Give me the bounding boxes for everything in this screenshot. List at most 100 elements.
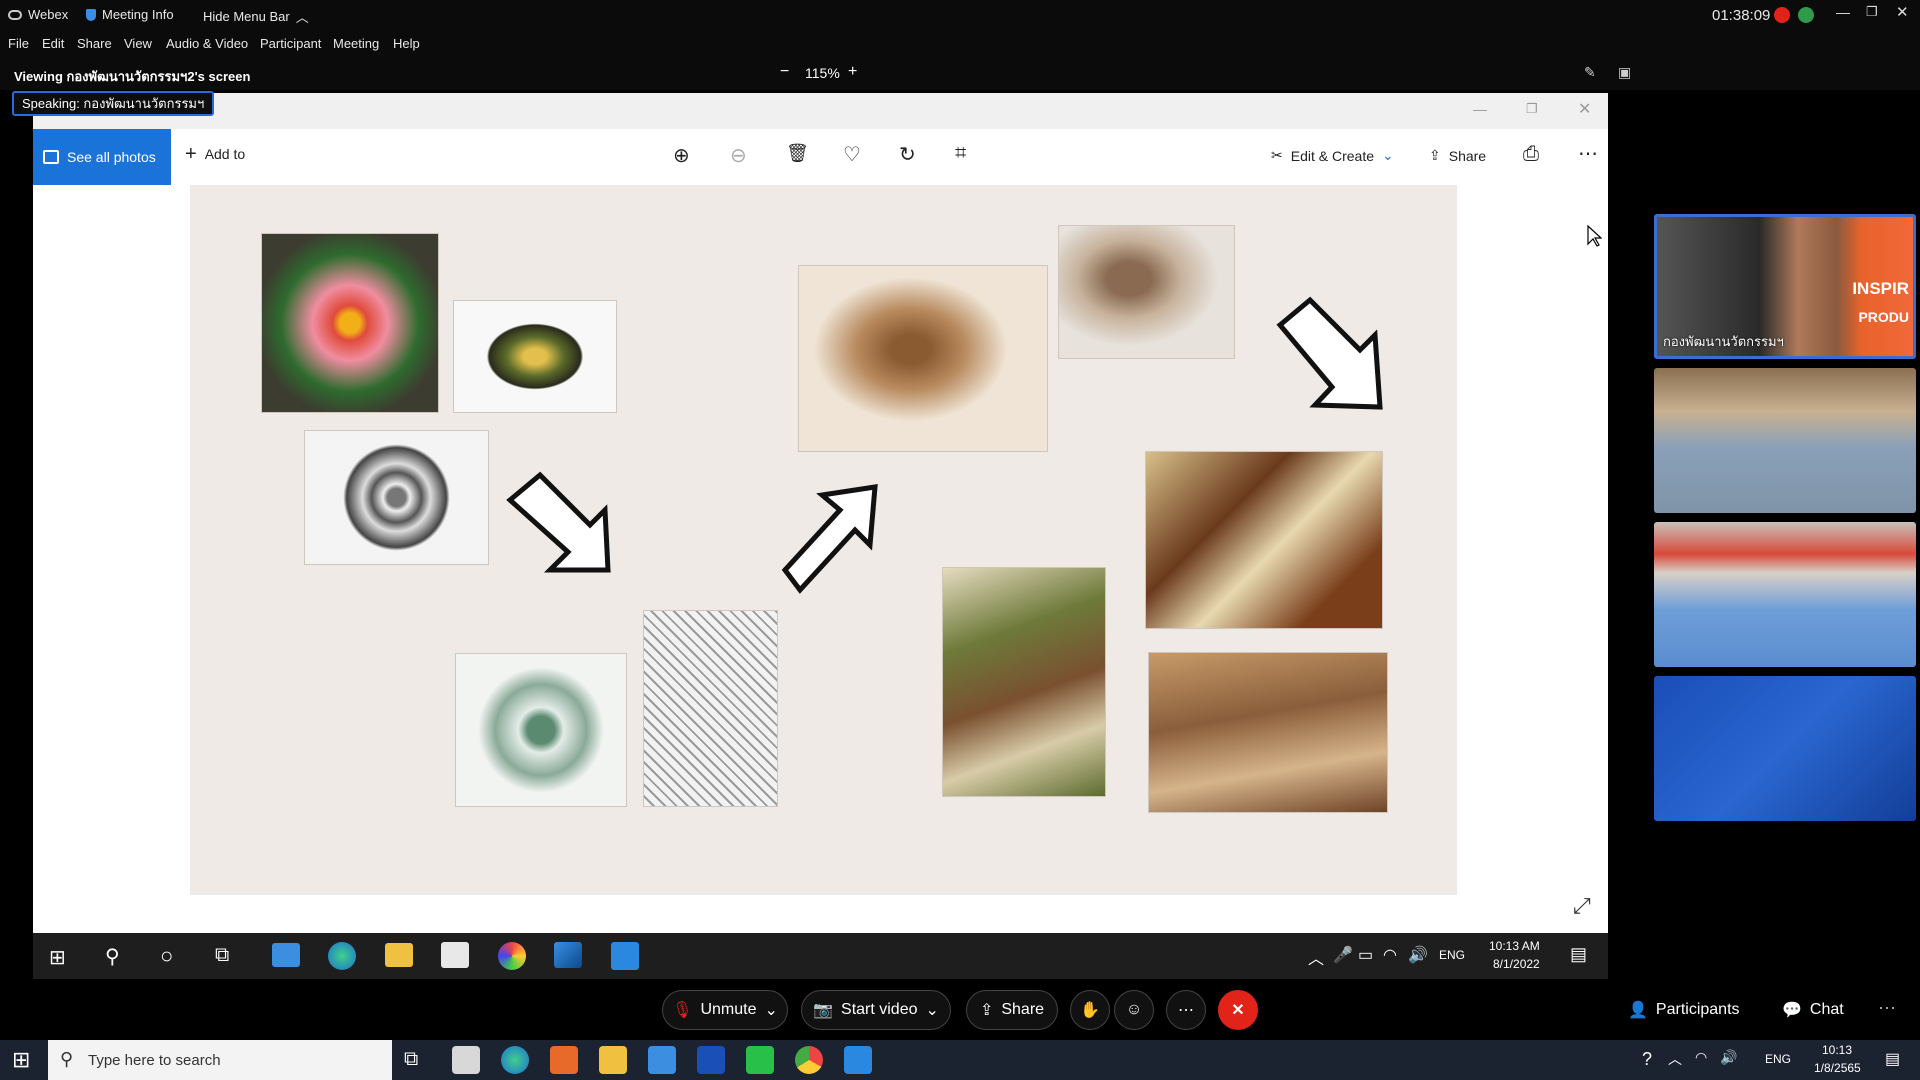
zoom-out-icon[interactable]: ⊖	[730, 143, 747, 168]
whiteboard-icon[interactable]	[844, 1046, 872, 1074]
viewing-bar: Viewing กองพัฒนานวัตกรรมฯ2's screen − 11…	[0, 58, 1920, 90]
menu-bar: File Edit Share View Audio & Video Parti…	[0, 30, 1920, 58]
minimize-icon[interactable]: —	[1836, 4, 1850, 20]
screen-view-icon[interactable]: ▣	[1618, 64, 1631, 81]
edge-icon[interactable]	[501, 1046, 529, 1074]
photos-app-icon[interactable]	[554, 942, 582, 968]
hide-menu-bar-button[interactable]: Hide Menu Bar ︿	[203, 7, 309, 26]
windows-start-icon[interactable]: ⊞	[49, 945, 66, 970]
leave-meeting-button[interactable]: ✕	[1218, 990, 1258, 1030]
zoom-out-button[interactable]: −	[780, 63, 789, 81]
menu-audio-video[interactable]: Audio & Video	[166, 36, 248, 51]
battery-icon[interactable]: ▭	[1358, 945, 1373, 965]
search-icon: ⚲	[60, 1049, 74, 1069]
more-panels-icon[interactable]: ⋯	[1878, 998, 1896, 1019]
menu-view[interactable]: View	[124, 36, 152, 51]
add-to-button[interactable]: + Add to	[185, 144, 245, 164]
share-screen-icon: ⇪	[979, 1002, 994, 1019]
menu-file[interactable]: File	[8, 36, 29, 51]
menu-share[interactable]: Share	[77, 36, 112, 51]
paint-3d-icon[interactable]	[498, 942, 526, 970]
fullscreen-icon[interactable]: ⤢	[1573, 893, 1591, 919]
tray-chevron-icon[interactable]: ︿	[1308, 945, 1324, 969]
cortana-icon[interactable]: ○	[160, 943, 173, 969]
close-icon: ✕	[1231, 1002, 1245, 1019]
store-icon[interactable]	[452, 1046, 480, 1074]
taskbar-search-box[interactable]: ⚲ Type here to search	[48, 1040, 392, 1080]
rotate-icon[interactable]: ↻	[899, 142, 916, 167]
app-name: Webex	[28, 7, 69, 22]
participant-tile-3[interactable]	[1654, 522, 1916, 667]
raise-hand-button[interactable]: ✋	[1070, 990, 1110, 1030]
participant-tile-1[interactable]: INSPIR PRODU กองพัฒนานวัตกรรมฯ	[1654, 214, 1916, 359]
restore-icon[interactable]: ❐	[1866, 4, 1878, 20]
chrome-icon[interactable]	[795, 1046, 823, 1074]
participants-button[interactable]: 👤 Participants	[1628, 1000, 1740, 1020]
mouse-cursor-icon	[1587, 224, 1602, 247]
task-view-icon[interactable]: ⧉	[404, 1048, 418, 1071]
share-button[interactable]: ⇪ Share	[966, 990, 1058, 1030]
task-view-icon[interactable]: ⧉	[215, 944, 229, 967]
tree-landscape-photo	[942, 567, 1106, 797]
tray-language[interactable]: ENG	[1439, 948, 1465, 962]
wifi-icon[interactable]: ◠	[1383, 945, 1397, 965]
delete-icon[interactable]: 🗑	[786, 143, 809, 164]
unmute-button[interactable]: 🎙 Unmute ⌄	[662, 990, 788, 1030]
photos-share-button[interactable]: ⇪ Share	[1429, 147, 1486, 164]
annotate-icon[interactable]: ✎	[1584, 64, 1596, 81]
close-icon[interactable]: ✕	[1896, 3, 1909, 21]
photos-restore-icon[interactable]: ❐	[1526, 101, 1538, 117]
favorite-icon[interactable]: ♡	[843, 142, 861, 167]
file-explorer-icon[interactable]	[599, 1046, 627, 1074]
mail-icon[interactable]	[648, 1046, 676, 1074]
drawn-mandala-photo	[304, 430, 489, 565]
chat-button[interactable]: 💬 Chat	[1782, 1000, 1844, 1020]
webex-titlebar: Webex Meeting Info Hide Menu Bar ︿ 01:38…	[0, 0, 1920, 30]
line-icon[interactable]	[746, 1046, 774, 1074]
participant-tile-2[interactable]	[1654, 368, 1916, 513]
store-icon[interactable]	[441, 942, 469, 968]
more-icon[interactable]: ⋯	[1578, 141, 1598, 166]
edit-create-button[interactable]: ✂ Edit & Create ⌄	[1271, 147, 1394, 164]
edge-icon[interactable]	[328, 942, 356, 970]
menu-participant[interactable]: Participant	[260, 36, 321, 51]
network-icon[interactable]: ◠	[1695, 1049, 1707, 1066]
reaction-icon: ☺	[1125, 1001, 1143, 1018]
menu-edit[interactable]: Edit	[42, 36, 64, 51]
help-icon[interactable]: ?	[1642, 1049, 1652, 1070]
photos-close-icon[interactable]: ✕	[1578, 99, 1591, 119]
see-all-photos-button[interactable]: See all photos	[33, 129, 171, 185]
windows-start-icon[interactable]: ⊞	[12, 1047, 30, 1073]
zoom-in-icon[interactable]: ⊕	[673, 143, 690, 168]
volume-icon[interactable]: 🔊	[1720, 1049, 1737, 1066]
powerpoint-icon[interactable]	[550, 1046, 578, 1074]
crop-icon[interactable]: ⌗	[955, 142, 966, 165]
microphone-icon[interactable]: 🎤	[1333, 945, 1353, 965]
volume-icon[interactable]: 🔊	[1408, 945, 1428, 965]
photos-minimize-icon[interactable]: —	[1473, 101, 1487, 117]
participant-tile-4[interactable]	[1654, 676, 1916, 821]
webex-icon[interactable]	[697, 1046, 725, 1074]
search-icon[interactable]: ⚲	[105, 944, 120, 969]
arrow-down-right-1	[506, 471, 611, 573]
notifications-icon[interactable]: ▤	[1570, 944, 1587, 965]
leaf-insect-photo	[798, 265, 1048, 452]
file-explorer-icon[interactable]	[385, 943, 413, 967]
reactions-button[interactable]: ☺	[1114, 990, 1154, 1030]
whiteboard-icon[interactable]	[611, 942, 639, 970]
hand-icon: ✋	[1080, 1002, 1100, 1019]
mail-app-icon[interactable]	[272, 943, 300, 967]
menu-help[interactable]: Help	[393, 36, 420, 51]
meeting-info-button[interactable]: Meeting Info	[86, 7, 174, 22]
tray-chevron-icon[interactable]: ︿	[1668, 1049, 1682, 1069]
zoom-in-button[interactable]: +	[848, 63, 857, 81]
shield-icon	[86, 8, 96, 21]
menu-meeting[interactable]: Meeting	[333, 36, 379, 51]
zoom-level: 115%	[805, 65, 840, 81]
language-indicator[interactable]: ENG	[1765, 1052, 1791, 1066]
start-video-button[interactable]: 📷 Start video ⌄	[801, 990, 951, 1030]
treehouse-photo	[1148, 652, 1388, 813]
more-options-button[interactable]: ⋯	[1166, 990, 1206, 1030]
notifications-icon[interactable]: ▤	[1885, 1049, 1900, 1069]
print-icon[interactable]: ⎙	[1523, 143, 1539, 166]
